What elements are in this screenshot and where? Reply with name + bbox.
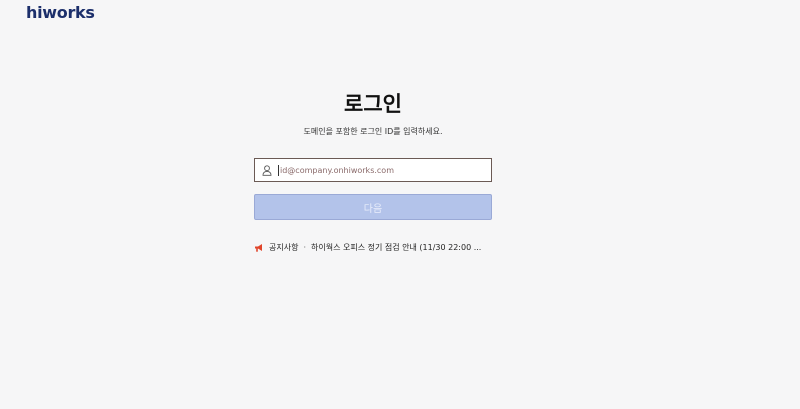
notice-bar[interactable]: 공지사항 · 하이웍스 오피스 정기 점검 안내 (11/30 22:00 ..… <box>254 242 492 253</box>
next-button[interactable]: 다음 <box>254 194 492 220</box>
user-icon <box>257 159 277 181</box>
megaphone-icon <box>254 243 264 253</box>
hiworks-logo[interactable]: hiworks <box>26 3 95 22</box>
login-id-field[interactable] <box>254 158 492 182</box>
notice-label: 공지사항 <box>269 243 299 252</box>
login-form: 로그인 도메인을 포함한 로그인 ID를 입력하세요. 다음 공지사항 · <box>254 90 492 253</box>
notice-separator: · <box>303 243 306 252</box>
login-instructions: 도메인을 포함한 로그인 ID를 입력하세요. <box>303 127 443 136</box>
page-title: 로그인 <box>344 92 402 116</box>
login-page: hiworks 로그인 도메인을 포함한 로그인 ID를 입력하세요. 다음 <box>0 0 800 409</box>
login-id-input[interactable] <box>279 160 480 180</box>
notice-link[interactable]: 하이웍스 오피스 정기 점검 안내 (11/30 22:00 ... <box>311 242 481 253</box>
